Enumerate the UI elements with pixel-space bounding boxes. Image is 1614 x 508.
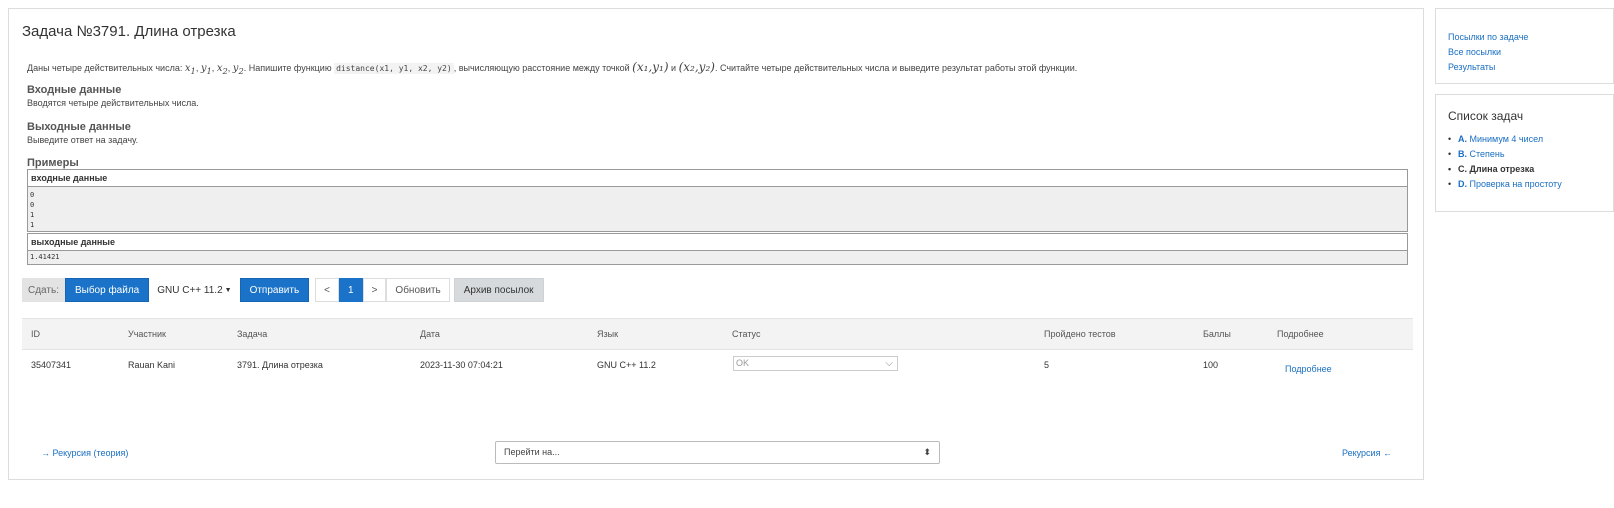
statement-outro: . Считайте четыре действительных числа и… xyxy=(714,63,1078,73)
send-button[interactable]: Отправить xyxy=(239,278,310,302)
submit-bar: Сдать: Выбор файла GNU C++ 11.2 ▼ Отправи… xyxy=(22,278,544,302)
refresh-button[interactable]: Обновить xyxy=(386,278,450,302)
col-score: Баллы xyxy=(1203,329,1231,339)
point-2: (x₂,y₂) xyxy=(678,60,715,74)
statement-and: и xyxy=(671,63,677,73)
status-select[interactable]: OK ⌵ xyxy=(733,356,898,371)
row-date: 2023-11-30 07:04:21 xyxy=(420,360,503,370)
statement-intro: Даны четыре действительных числа: xyxy=(27,63,183,73)
page-1-button[interactable]: 1 xyxy=(339,278,363,302)
task-list-item-c[interactable]: C. Длина отрезка xyxy=(1448,164,1534,174)
col-details: Подробнее xyxy=(1277,329,1324,339)
caret-down-icon: ▼ xyxy=(224,286,232,294)
col-tests-passed: Пройдено тестов xyxy=(1044,329,1116,339)
updown-arrows-icon: ⬍ xyxy=(923,447,931,457)
page-title: Задача №3791. Длина отрезка xyxy=(22,23,236,40)
row-task: 3791. Длина отрезка xyxy=(237,360,323,370)
goto-select-value: Перейти на... xyxy=(504,447,560,457)
input-heading: Входные данные xyxy=(27,84,122,96)
examples-heading: Примеры xyxy=(27,157,79,169)
prev-topic-link[interactable]: → Рекурсия (теория) xyxy=(41,448,128,458)
example-output-box: выходные данные 1.41421 xyxy=(27,233,1408,265)
output-text: Выведите ответ на задачу. xyxy=(27,135,139,145)
next-topic-link[interactable]: Рекурсия ← xyxy=(1342,448,1392,458)
point-1: (x₁,y₁) xyxy=(632,60,669,74)
col-language: Язык xyxy=(597,329,619,339)
col-task: Задача xyxy=(237,329,268,339)
function-signature: distance(x1, y1, x2, y2) xyxy=(334,63,454,74)
sidebar-link-task-submissions[interactable]: Посылки по задаче xyxy=(1448,32,1528,42)
chevron-down-icon: ⌵ xyxy=(885,358,893,369)
col-id: ID xyxy=(31,329,40,339)
col-status: Статус xyxy=(732,329,761,339)
task-list-item-d[interactable]: D. Проверка на простоту xyxy=(1448,179,1562,189)
statement-mid1: . Напишите функцию xyxy=(243,63,332,73)
problem-statement: Даны четыре действительных числа: x1, y1… xyxy=(27,60,1078,76)
example-input-value: 0 0 1 1 xyxy=(28,186,1407,231)
archive-button[interactable]: Архив посылок xyxy=(453,278,544,302)
submit-label: Сдать: xyxy=(22,278,65,302)
row-score: 100 xyxy=(1203,360,1219,370)
task-list-item-a[interactable]: A. Минимум 4 чисел xyxy=(1448,134,1543,144)
input-text: Вводятся четыре действительных числа. xyxy=(27,98,199,108)
task-list-panel: Список задач A. Минимум 4 чисел B. Степе… xyxy=(1435,94,1614,212)
col-date: Дата xyxy=(420,329,440,339)
statement-mid2: , вычисляющую расстояние между точкой xyxy=(453,63,630,73)
example-input-box: входные данные 0 0 1 1 xyxy=(27,169,1408,232)
output-heading: Выходные данные xyxy=(27,121,131,133)
prev-page-button[interactable]: < xyxy=(315,278,340,302)
row-language: GNU C++ 11.2 xyxy=(597,360,656,370)
row-participant: Rauan Kani xyxy=(128,360,176,370)
sidebar-link-results[interactable]: Результаты xyxy=(1448,62,1495,72)
example-output-value: 1.41421 xyxy=(28,250,1407,264)
sidebar-links-panel: Посылки по задаче Все посылки Результаты xyxy=(1435,8,1614,84)
example-input-label: входные данные xyxy=(28,170,1407,186)
compiler-select[interactable]: GNU C++ 11.2 ▼ xyxy=(149,278,239,302)
var-x1: x1 xyxy=(184,63,196,76)
row-details-link[interactable]: Подробнее xyxy=(1285,364,1332,374)
sidebar-link-all-submissions[interactable]: Все посылки xyxy=(1448,47,1501,57)
next-page-button[interactable]: > xyxy=(362,278,387,302)
problem-panel: Задача №3791. Длина отрезка Даны четыре … xyxy=(8,8,1424,480)
var-y1: y1 xyxy=(200,63,212,76)
task-list-title: Список задач xyxy=(1448,109,1524,123)
submissions-table-header: ID Участник Задача Дата Язык Статус Прой… xyxy=(22,318,1413,350)
col-participant: Участник xyxy=(128,329,166,339)
choose-file-button[interactable]: Выбор файла xyxy=(64,278,150,302)
row-id: 35407341 xyxy=(31,360,72,370)
status-value: OK xyxy=(736,358,750,368)
var-y2: y2 xyxy=(232,63,244,76)
goto-select[interactable]: Перейти на... ⬍ xyxy=(495,441,940,464)
var-x2: x2 xyxy=(216,63,228,76)
compiler-select-value: GNU C++ 11.2 xyxy=(157,284,223,296)
row-tests-passed: 5 xyxy=(1044,360,1050,370)
task-list-item-b[interactable]: B. Степень xyxy=(1448,149,1505,159)
example-output-label: выходные данные xyxy=(28,234,1407,250)
